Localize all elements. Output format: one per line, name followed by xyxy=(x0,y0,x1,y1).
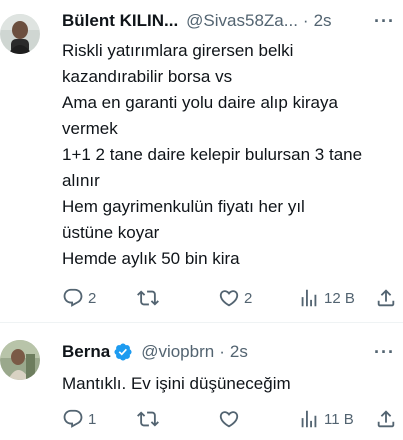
separator-dot: · xyxy=(219,342,225,361)
reply-button[interactable]: 1 xyxy=(62,407,96,431)
tweet-text-line: Riskli yatırımlara girersen belki xyxy=(62,41,294,60)
tweet-text-line: Hem gayrimenkulün fiyatı her yıl xyxy=(62,197,305,216)
user-handle[interactable]: @viopbrn xyxy=(141,342,214,362)
retweet-icon xyxy=(137,290,159,306)
share-button[interactable] xyxy=(375,407,397,431)
display-name[interactable]: Bülent KILIN... xyxy=(62,11,178,31)
like-button[interactable] xyxy=(218,407,244,431)
share-icon xyxy=(377,410,395,428)
display-name[interactable]: Berna xyxy=(62,342,110,362)
view-count: 11 B xyxy=(324,410,354,428)
tweet-text-line: kazandırabilir borsa vs xyxy=(62,67,233,86)
share-icon xyxy=(377,289,395,307)
like-count: 2 xyxy=(244,289,253,307)
timestamp[interactable]: 2s xyxy=(314,11,332,31)
tweet[interactable]: Berna @viopbrn · 2s ··· Mantıklı. Ev işi… xyxy=(0,323,403,440)
tweet-text: Riskli yatırımlara girersen belki kazand… xyxy=(62,38,395,272)
tweet-text-line: 1+1 2 tane daire kelepir bulursan 3 tane xyxy=(62,145,363,164)
reply-count: 1 xyxy=(88,410,97,428)
reply-button[interactable]: 2 xyxy=(62,286,96,310)
view-count: 12 B xyxy=(324,289,355,307)
tweet-text-line: vermek xyxy=(62,119,118,138)
retweet-icon xyxy=(137,411,159,427)
views-button[interactable]: 12 B xyxy=(298,286,355,310)
more-options-icon[interactable]: ··· xyxy=(374,341,395,363)
timestamp[interactable]: 2s xyxy=(230,342,248,362)
views-icon xyxy=(301,289,317,307)
tweet-text-line: Ama en garanti yolu daire alıp kiraya xyxy=(62,93,338,112)
more-options-icon[interactable]: ··· xyxy=(374,10,395,32)
tweet-text-line: alınır xyxy=(62,171,100,190)
share-button[interactable] xyxy=(375,286,397,310)
reply-icon xyxy=(63,288,83,307)
tweet[interactable]: Bülent KILIN... @Sivas58Za... · 2s ··· R… xyxy=(0,0,403,322)
action-bar: 2 2 12 B xyxy=(62,286,403,310)
tweet-text-line: Hemde aylık 50 bin kira xyxy=(62,249,240,268)
action-bar: 1 11 B xyxy=(62,407,403,431)
tweet-text: Mantıklı. Ev işini düşüneceğim xyxy=(62,371,395,397)
views-button[interactable]: 11 B xyxy=(298,407,354,431)
reply-count: 2 xyxy=(88,289,97,307)
reply-icon xyxy=(63,409,83,428)
avatar[interactable] xyxy=(0,340,40,380)
tweet-text-line: üstüne koyar xyxy=(62,223,160,242)
like-button[interactable]: 2 xyxy=(218,286,252,310)
tweet-text-line: Mantıklı. Ev işini düşüneceğim xyxy=(62,374,291,393)
heart-icon xyxy=(219,290,239,307)
user-handle[interactable]: @Sivas58Za... xyxy=(186,11,298,31)
avatar[interactable] xyxy=(0,14,40,54)
heart-icon xyxy=(219,411,239,428)
verified-badge-icon xyxy=(113,342,133,362)
separator-dot: · xyxy=(302,11,309,30)
tweet-header: Bülent KILIN... @Sivas58Za... · 2s ··· xyxy=(62,10,403,32)
retweet-button[interactable] xyxy=(137,286,163,310)
views-icon xyxy=(301,410,317,428)
tweet-header: Berna @viopbrn · 2s ··· xyxy=(62,341,403,363)
retweet-button[interactable] xyxy=(137,407,163,431)
